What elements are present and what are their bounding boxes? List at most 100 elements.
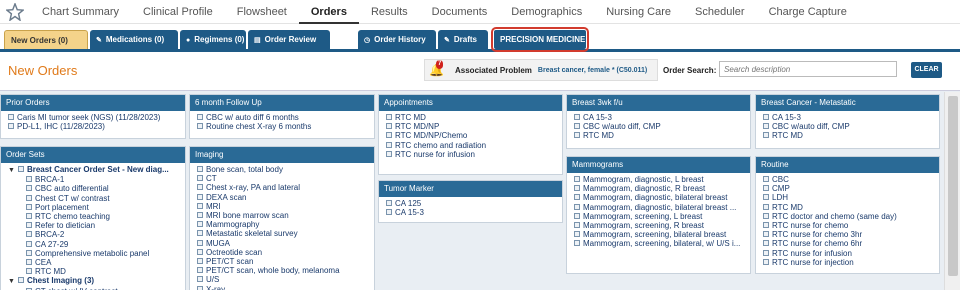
checkbox[interactable]: [197, 248, 203, 255]
checkbox[interactable]: [386, 132, 392, 139]
checkbox[interactable]: [26, 268, 32, 275]
tab-medications[interactable]: ✎ Medications (0): [90, 30, 178, 49]
order-item[interactable]: RTC MD: [386, 113, 556, 122]
order-item[interactable]: RTC nurse for infusion: [386, 150, 556, 159]
expand-triangle-icon[interactable]: ▼: [8, 278, 15, 285]
vertical-scrollbar[interactable]: [944, 92, 960, 290]
checkbox[interactable]: [763, 185, 769, 192]
checkbox[interactable]: [197, 212, 203, 219]
order-item[interactable]: CA 27-29: [8, 240, 179, 249]
tab-order-history[interactable]: ◷ Order History: [358, 30, 436, 49]
checkbox[interactable]: [763, 123, 769, 130]
order-item[interactable]: MRI: [197, 202, 368, 211]
order-item[interactable]: Refer to dietician: [8, 221, 179, 230]
checkbox[interactable]: [26, 176, 32, 183]
checkbox[interactable]: [574, 203, 580, 210]
checkbox[interactable]: [26, 185, 32, 192]
order-item[interactable]: CA 15-3: [574, 113, 744, 122]
order-item[interactable]: DEXA scan: [197, 193, 368, 202]
order-item[interactable]: RTC MD: [574, 131, 744, 140]
checkbox[interactable]: [26, 249, 32, 256]
order-item[interactable]: RTC MD: [8, 267, 179, 276]
order-item[interactable]: Octreotide scan: [197, 248, 368, 257]
checkbox[interactable]: [26, 231, 32, 238]
order-item[interactable]: RTC chemo teaching: [8, 212, 179, 221]
checkbox[interactable]: [574, 132, 580, 139]
nav-tab-charge-capture[interactable]: Charge Capture: [757, 0, 859, 24]
checkbox[interactable]: [197, 230, 203, 237]
checkbox[interactable]: [197, 258, 203, 265]
nav-tab-documents[interactable]: Documents: [420, 0, 500, 24]
order-item[interactable]: CBC: [763, 175, 933, 184]
order-item[interactable]: RTC nurse for chemo 6hr: [763, 239, 933, 248]
tab-precision-medicine[interactable]: PRECISION MEDICINE: [491, 27, 589, 52]
checkbox[interactable]: [17, 277, 24, 284]
order-item[interactable]: Mammogram, screening, bilateral breast: [574, 230, 744, 239]
checkbox[interactable]: [386, 150, 392, 157]
order-item[interactable]: Metastatic skeletal survey: [197, 229, 368, 238]
checkbox[interactable]: [763, 258, 769, 265]
checkbox[interactable]: [386, 141, 392, 148]
checkbox[interactable]: [763, 240, 769, 247]
order-item[interactable]: RTC nurse for chemo 3hr: [763, 230, 933, 239]
order-item[interactable]: U/S: [197, 275, 368, 284]
order-item[interactable]: RTC nurse for injection: [763, 258, 933, 267]
order-item[interactable]: Mammogram, diagnostic, bilateral breast …: [574, 203, 744, 212]
order-item[interactable]: CBC auto differential: [8, 184, 179, 193]
order-item[interactable]: Mammogram, screening, R breast: [574, 221, 744, 230]
order-item[interactable]: RTC MD: [763, 131, 933, 140]
checkbox[interactable]: [197, 276, 203, 283]
checkbox[interactable]: [26, 194, 32, 201]
order-item[interactable]: Port placement: [8, 203, 179, 212]
associated-problem-value[interactable]: Breast cancer, female * (C50.011): [538, 67, 647, 74]
checkbox[interactable]: [574, 114, 580, 120]
checkbox[interactable]: [763, 194, 769, 201]
order-item[interactable]: CBC w/auto diff, CMP: [574, 122, 744, 131]
order-item[interactable]: PD-L1, IHC (11/28/2023): [8, 122, 179, 131]
order-item[interactable]: Mammography: [197, 220, 368, 229]
checkbox[interactable]: [17, 166, 24, 172]
order-item[interactable]: CA 125: [386, 199, 556, 208]
checkbox[interactable]: [197, 175, 203, 182]
nav-tab-nursing-care[interactable]: Nursing Care: [594, 0, 683, 24]
checkbox[interactable]: [197, 285, 203, 290]
order-item[interactable]: PET/CT scan: [197, 257, 368, 266]
checkbox[interactable]: [197, 123, 203, 130]
order-item[interactable]: X-ray: [197, 285, 368, 290]
checkbox[interactable]: [574, 185, 580, 192]
order-item[interactable]: CA 15-3: [763, 113, 933, 122]
order-item[interactable]: RTC chemo and radiation: [386, 141, 556, 150]
order-item[interactable]: Mammogram, diagnostic, R breast: [574, 184, 744, 193]
checkbox[interactable]: [197, 184, 203, 191]
checkbox[interactable]: [574, 176, 580, 182]
tab-drafts[interactable]: ✎ Drafts: [438, 30, 488, 49]
checkbox[interactable]: [26, 203, 32, 210]
order-set-breast-cancer[interactable]: ▼ Breast Cancer Order Set - New diag...: [8, 165, 179, 175]
order-item[interactable]: CBC w/auto diff, CMP: [763, 122, 933, 131]
checkbox[interactable]: [763, 114, 769, 120]
checkbox[interactable]: [8, 123, 14, 130]
checkbox[interactable]: [574, 123, 580, 130]
order-item[interactable]: RTC nurse for infusion: [763, 249, 933, 258]
order-item[interactable]: PET/CT scan, whole body, melanoma: [197, 266, 368, 275]
order-search-input[interactable]: [719, 61, 897, 77]
order-item[interactable]: RTC nurse for chemo: [763, 221, 933, 230]
scrollbar-thumb[interactable]: [948, 96, 958, 276]
order-item[interactable]: BRCA-1: [8, 175, 179, 184]
order-item[interactable]: Comprehensive metabolic panel: [8, 249, 179, 258]
checkbox[interactable]: [26, 259, 32, 266]
star-logo-icon[interactable]: [0, 0, 30, 24]
order-item[interactable]: Mammogram, screening, bilateral, w/ U/S …: [574, 239, 744, 248]
order-item[interactable]: Chest x-ray, PA and lateral: [197, 183, 368, 192]
nav-tab-demographics[interactable]: Demographics: [499, 0, 594, 24]
order-item[interactable]: Bone scan, total body: [197, 165, 368, 174]
order-item[interactable]: Mammogram, diagnostic, L breast: [574, 175, 744, 184]
checkbox[interactable]: [197, 221, 203, 228]
order-item[interactable]: RTC MD: [763, 203, 933, 212]
checkbox[interactable]: [197, 166, 203, 172]
checkbox[interactable]: [197, 239, 203, 246]
checkbox[interactable]: [763, 249, 769, 256]
order-item[interactable]: Mammogram, diagnostic, bilateral breast: [574, 193, 744, 202]
nav-tab-results[interactable]: Results: [359, 0, 420, 24]
checkbox[interactable]: [26, 222, 32, 229]
